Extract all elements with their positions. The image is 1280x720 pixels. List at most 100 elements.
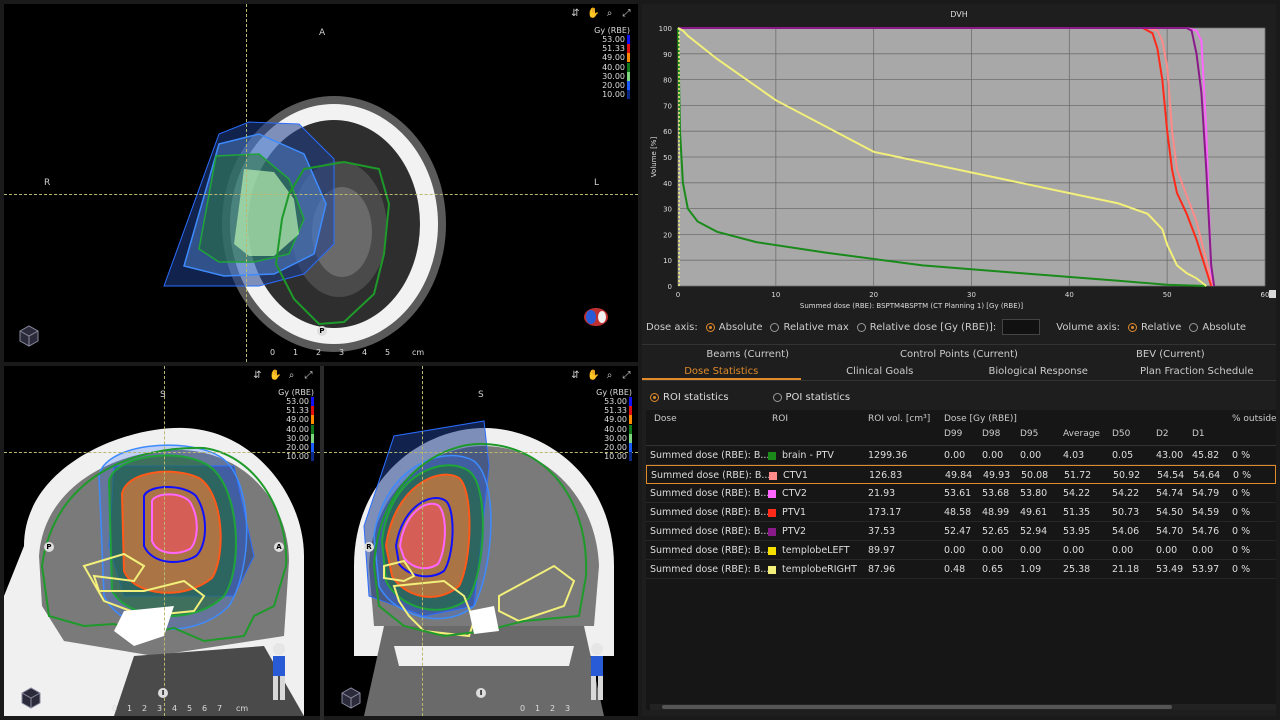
table-row[interactable]: Summed dose (RBE): B... CTV2 21.93 53.61 53.… (646, 484, 1276, 503)
horizontal-scrollbar[interactable] (650, 704, 1276, 710)
dose-axis-radio-0[interactable] (705, 322, 715, 332)
legend-entry: 40.00 (596, 424, 632, 434)
tab-clinical-goals[interactable]: Clinical Goals (801, 363, 960, 380)
legend-value: 10.00 (604, 452, 627, 462)
legend-value: 53.00 (602, 35, 625, 45)
relative-dose-input[interactable] (1002, 319, 1041, 335)
roi-color-swatch[interactable] (768, 451, 776, 460)
dose-axis-option-2[interactable]: Relative dose [Gy (RBE)]: (870, 322, 996, 333)
volume-axis-radio-1[interactable] (1189, 322, 1199, 332)
table-row[interactable]: Summed dose (RBE): B... PTV2 37.53 52.47 52.… (646, 522, 1276, 541)
zoom-icon[interactable]: ⌕ (604, 370, 615, 381)
y-tick-label: 20 (663, 231, 672, 239)
dvh-chart[interactable]: DVH 0 10 20 30 40 50 60 70 80 90 100 0 10 20 30 40 50 60 S… (642, 4, 1276, 314)
tab-plan-fraction-schedule[interactable]: Plan Fraction Schedule (1118, 363, 1277, 380)
table-row[interactable]: Summed dose (RBE): B... brain - PTV 1299.3… (646, 446, 1276, 465)
axial-crosshair-vertical[interactable] (246, 4, 247, 362)
cell-roi: templobeLEFT (768, 541, 850, 560)
coronal-crosshair-horizontal[interactable] (324, 452, 638, 453)
coronal-crosshair-vertical[interactable] (422, 366, 423, 716)
header-d1[interactable]: D1 (1192, 429, 1205, 439)
cell-average: 25.38 (1063, 564, 1091, 575)
orientation-cube-icon[interactable] (18, 684, 44, 710)
cell-percent-outside: 0 % (1232, 526, 1251, 537)
header-percent-outside[interactable]: % outside (1232, 414, 1276, 424)
pan-icon[interactable]: ✋ (269, 370, 281, 381)
window-level-icon[interactable]: ⇵ (252, 370, 263, 381)
fullscreen-icon[interactable]: ⤢ (621, 370, 632, 381)
orientation-cube-icon[interactable] (16, 322, 42, 348)
axial-viewport[interactable]: ⇵ ✋ ⌕ ⤢ A R L P Gy (RBE) 53.00 51.33 49.00… (4, 4, 638, 362)
sagittal-crosshair-horizontal[interactable] (4, 452, 320, 453)
dvh-plot[interactable]: 0 10 20 30 40 50 60 70 80 90 100 0 10 20 30 40 50 60 Summe… (642, 4, 1276, 314)
roi-statistics-label[interactable]: ROI statistics (663, 392, 729, 403)
tabs-row-2: Dose Statistics Clinical Goals Biologica… (642, 363, 1276, 381)
header-dose[interactable]: Dose (654, 414, 677, 424)
legend-entry: 30.00 (278, 433, 314, 443)
pan-icon[interactable]: ✋ (587, 370, 599, 381)
roi-statistics-radio[interactable] (650, 392, 659, 402)
coronal-viewport[interactable]: ⇵ ✋ ⌕ ⤢ S R I Gy (RBE) 53.00 51.33 49.00 40… (324, 366, 638, 716)
window-level-icon[interactable]: ⇵ (570, 370, 581, 381)
poi-statistics-label[interactable]: POI statistics (786, 392, 851, 403)
axial-dose-legend: Gy (RBE) 53.00 51.33 49.00 40.00 30.00 20.00 1… (594, 26, 630, 100)
header-d50[interactable]: D50 (1112, 429, 1130, 439)
volume-axis-radio-0[interactable] (1128, 322, 1138, 332)
tab-dose-statistics[interactable]: Dose Statistics (642, 363, 801, 380)
roi-color-swatch[interactable] (768, 546, 776, 555)
table-row[interactable]: Summed dose (RBE): B... templobeLEFT 89.97… (646, 541, 1276, 560)
cell-roi: CTV2 (768, 484, 807, 503)
header-d98[interactable]: D98 (982, 429, 1000, 439)
legend-swatch (311, 443, 314, 453)
fullscreen-icon[interactable]: ⤢ (303, 370, 314, 381)
header-average[interactable]: Average (1063, 429, 1100, 439)
legend-entry: 49.00 (594, 53, 630, 63)
table-row[interactable]: Summed dose (RBE): B... CTV1 126.83 49.84 49… (646, 465, 1276, 484)
scale-ticks: 0 1 2 3 4 5 (270, 348, 408, 357)
header-d95[interactable]: D95 (1020, 429, 1038, 439)
scale-tick: 0 (112, 704, 118, 713)
dose-axis-option-1[interactable]: Relative max (783, 322, 848, 333)
roi-color-swatch[interactable] (768, 508, 776, 517)
dose-axis-radio-1[interactable] (770, 322, 780, 332)
window-level-icon[interactable]: ⇵ (570, 8, 581, 19)
x-tick-label: 50 (1163, 291, 1172, 299)
legend-swatch (629, 415, 632, 425)
pan-icon[interactable]: ✋ (587, 8, 599, 19)
orientation-cube-icon[interactable] (338, 684, 364, 710)
fullscreen-icon[interactable]: ⤢ (621, 8, 632, 19)
table-row[interactable]: Summed dose (RBE): B... PTV1 173.17 48.58 48… (646, 503, 1276, 522)
legend-entry: 10.00 (596, 452, 632, 462)
roi-color-swatch[interactable] (768, 565, 776, 574)
right-panel: DVH 0 10 20 30 40 50 60 70 80 90 100 0 10 20 30 40 50 60 S… (642, 4, 1276, 716)
header-roi-volume[interactable]: ROI vol. [cm³] (868, 414, 930, 424)
sagittal-viewport[interactable]: ⇵ ✋ ⌕ ⤢ S P A I Gy (RBE) 53.00 51.33 49.00… (4, 366, 320, 716)
header-d99[interactable]: D99 (944, 429, 962, 439)
cell-d95: 52.94 (1020, 526, 1048, 537)
table-row[interactable]: Summed dose (RBE): B... templobeRIGHT 87.9… (646, 560, 1276, 579)
roi-color-swatch[interactable] (768, 489, 776, 498)
cell-d99: 52.47 (944, 526, 972, 537)
tab-control-points[interactable]: Control Points (Current) (853, 345, 1064, 364)
orient-label-top: A (319, 28, 326, 38)
roi-color-swatch[interactable] (769, 471, 777, 480)
dose-axis-option-0[interactable]: Absolute (719, 322, 763, 333)
volume-axis-option-0[interactable]: Relative (1141, 322, 1181, 333)
header-roi[interactable]: ROI (772, 414, 788, 424)
poi-statistics-radio[interactable] (772, 392, 782, 402)
scrollbar-thumb[interactable] (662, 705, 1172, 709)
tab-bev[interactable]: BEV (Current) (1065, 345, 1276, 364)
zoom-icon[interactable]: ⌕ (286, 370, 297, 381)
orient-label-right: A (274, 542, 284, 552)
tab-beams[interactable]: Beams (Current) (642, 345, 853, 364)
roi-color-swatch[interactable] (768, 527, 776, 536)
axial-crosshair-horizontal[interactable] (4, 194, 638, 195)
legend-value: 53.00 (286, 397, 309, 407)
header-d2[interactable]: D2 (1156, 429, 1169, 439)
legend-entry: 30.00 (594, 71, 630, 81)
sagittal-crosshair-vertical[interactable] (164, 366, 165, 716)
dose-axis-radio-2[interactable] (856, 322, 866, 332)
tab-biological-response[interactable]: Biological Response (959, 363, 1118, 380)
volume-axis-option-1[interactable]: Absolute (1202, 322, 1246, 333)
zoom-icon[interactable]: ⌕ (604, 8, 615, 19)
